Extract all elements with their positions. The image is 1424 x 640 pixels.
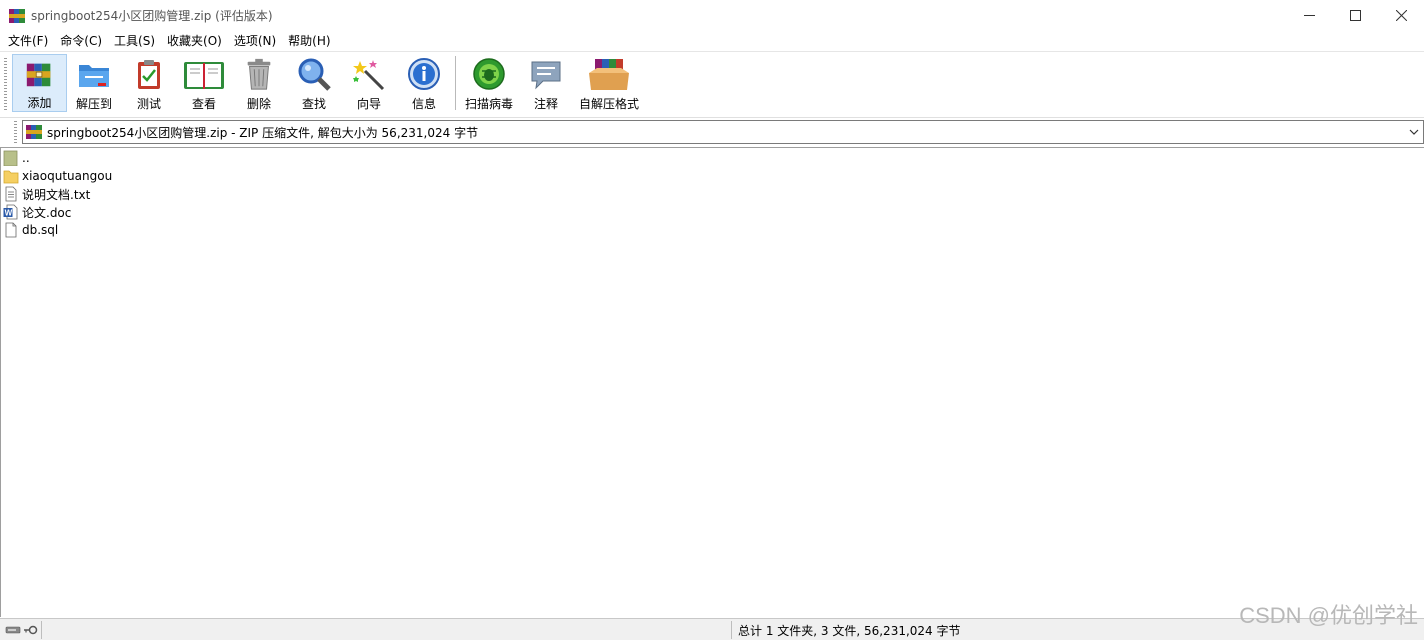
title-bar: springboot254小区团购管理.zip (评估版本) <box>0 0 1424 31</box>
menu-file[interactable]: 文件(F) <box>2 31 54 51</box>
trash-icon <box>247 58 271 90</box>
find-button[interactable]: 查找 <box>289 54 339 112</box>
parent-folder-icon <box>3 150 18 166</box>
svg-text:W: W <box>5 209 13 218</box>
text-file-icon <box>5 186 17 202</box>
menu-tools[interactable]: 工具(S) <box>108 31 161 51</box>
wizard-label: 向导 <box>356 97 381 111</box>
list-item[interactable]: db.sql <box>3 221 58 239</box>
window-title: springboot254小区团购管理.zip (评估版本) <box>31 9 273 23</box>
maximize-button[interactable] <box>1332 0 1378 31</box>
menu-commands[interactable]: 命令(C) <box>54 31 108 51</box>
test-label: 测试 <box>136 97 161 111</box>
add-label: 添加 <box>27 96 52 110</box>
file-name: .. <box>22 151 30 165</box>
word-doc-icon: W <box>3 204 18 220</box>
toolbar-grip[interactable] <box>4 58 7 110</box>
virus-scan-label: 扫描病毒 <box>464 97 513 111</box>
chevron-down-icon[interactable] <box>1407 125 1421 139</box>
generic-file-icon <box>5 222 17 238</box>
toolbar: 添加 解压到 测试 查看 删除 查找 向导 信息 扫描病毒 注释 自解压格式 <box>0 51 1424 115</box>
status-icons <box>0 621 42 639</box>
archive-icon <box>26 125 42 139</box>
drive-key-icons <box>5 625 38 635</box>
sfx-label: 自解压格式 <box>578 97 639 111</box>
delete-label: 删除 <box>246 97 271 111</box>
sfx-button[interactable]: 自解压格式 <box>576 54 642 112</box>
comment-button[interactable]: 注释 <box>522 54 570 112</box>
key-icon <box>28 625 38 635</box>
view-label: 查看 <box>191 97 216 111</box>
list-item[interactable]: .. <box>3 149 30 167</box>
info-icon <box>408 58 440 90</box>
address-text: springboot254小区团购管理.zip - ZIP 压缩文件, 解包大小… <box>47 125 479 140</box>
close-icon <box>1395 10 1407 21</box>
wizard-button[interactable]: 向导 <box>344 54 394 112</box>
folder-icon <box>3 170 19 184</box>
list-item[interactable]: xiaoqutuangou <box>3 167 112 185</box>
virus-scan-icon <box>473 58 505 90</box>
view-button[interactable]: 查看 <box>178 54 230 112</box>
test-button[interactable]: 测试 <box>124 54 174 112</box>
comment-icon <box>531 61 561 90</box>
file-name: 论文.doc <box>22 205 72 220</box>
sfx-box-icon <box>589 59 629 90</box>
extract-folder-icon <box>79 65 109 87</box>
status-bar: 总计 1 文件夹, 3 文件, 56,231,024 字节 <box>0 618 1424 640</box>
extract-to-label: 解压到 <box>75 97 112 111</box>
test-clipboard-icon <box>138 60 160 89</box>
menu-options[interactable]: 选项(N) <box>228 31 282 51</box>
maximize-icon <box>1349 10 1361 21</box>
menu-help[interactable]: 帮助(H) <box>282 31 336 51</box>
add-books-icon <box>26 63 50 87</box>
minimize-button[interactable] <box>1286 0 1332 31</box>
wizard-wand-icon <box>353 60 385 91</box>
toolbar-separator <box>455 56 456 110</box>
extract-to-button[interactable]: 解压到 <box>70 54 118 112</box>
address-row: springboot254小区团购管理.zip - ZIP 压缩文件, 解包大小… <box>0 117 1424 146</box>
file-name: 说明文档.txt <box>22 187 91 202</box>
menu-favorites[interactable]: 收藏夹(O) <box>161 31 228 51</box>
menu-bar: 文件(F) 命令(C) 工具(S) 收藏夹(O) 选项(N) 帮助(H) <box>0 31 1424 51</box>
file-list[interactable]: .. xiaoqutuangou 说明文档.txt W 论文.doc db.sq… <box>0 147 1424 617</box>
list-item[interactable]: 说明文档.txt <box>3 185 90 203</box>
file-name: xiaoqutuangou <box>22 169 113 183</box>
virus-scan-button[interactable]: 扫描病毒 <box>461 54 517 112</box>
info-label: 信息 <box>411 97 436 111</box>
close-button[interactable] <box>1378 0 1424 31</box>
magnifier-icon <box>298 58 331 91</box>
watermark: CSDN @优创学社 <box>1239 603 1418 628</box>
file-name: db.sql <box>22 223 59 237</box>
status-summary: 总计 1 文件夹, 3 文件, 56,231,024 字节 <box>738 624 961 638</box>
address-combobox[interactable]: springboot254小区团购管理.zip - ZIP 压缩文件, 解包大小… <box>22 120 1424 144</box>
find-label: 查找 <box>301 97 326 111</box>
status-selection <box>42 621 732 639</box>
window-controls <box>1286 0 1424 31</box>
view-book-icon <box>184 62 224 89</box>
winrar-app-icon[interactable] <box>9 8 25 24</box>
delete-button[interactable]: 删除 <box>234 54 284 112</box>
comment-label: 注释 <box>533 97 558 111</box>
info-button[interactable]: 信息 <box>399 54 449 112</box>
add-button[interactable]: 添加 <box>12 54 67 112</box>
list-item[interactable]: W 论文.doc <box>3 203 71 221</box>
address-grip[interactable] <box>14 121 17 143</box>
minimize-icon <box>1303 15 1315 16</box>
